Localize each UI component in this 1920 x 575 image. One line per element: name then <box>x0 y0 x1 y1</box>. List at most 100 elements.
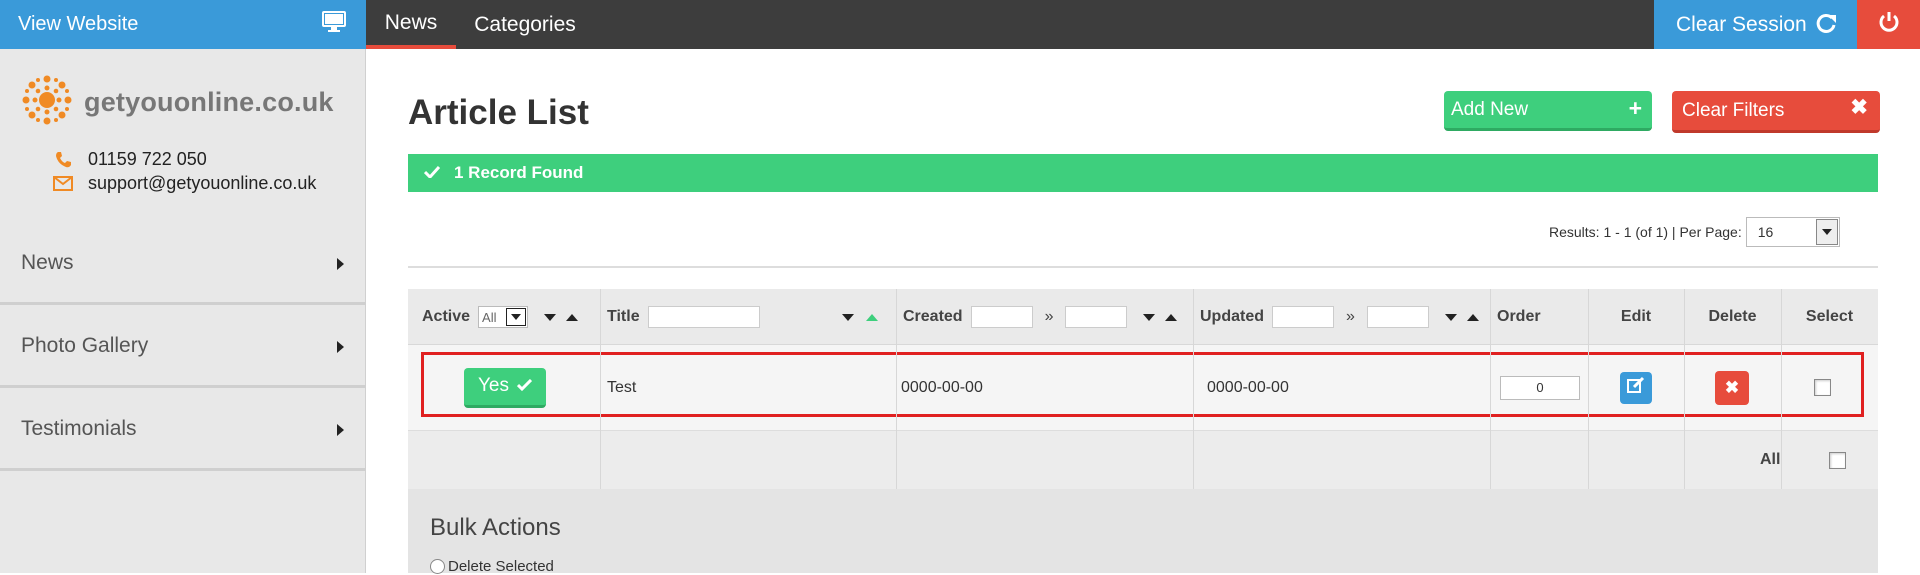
monitor-icon <box>322 11 346 39</box>
updated-from-input[interactable] <box>1272 306 1334 328</box>
page-title: Article List <box>408 93 589 132</box>
logo[interactable]: getyouonline.co.uk <box>18 71 334 134</box>
caret-right-icon <box>337 424 344 436</box>
records-found-banner: 1 Record Found <box>408 154 1878 192</box>
column-divider <box>1781 289 1782 489</box>
records-found-text: 1 Record Found <box>454 163 584 182</box>
header-created-label: Created <box>903 308 963 325</box>
sidebar-item-news[interactable]: News <box>0 223 366 305</box>
logout-button[interactable] <box>1857 0 1920 49</box>
top-bar: View Website News Categories Clear Sessi… <box>0 0 1920 49</box>
sidebar-item-testimonials[interactable]: Testimonials <box>0 389 366 471</box>
header-updated: Updated » <box>1200 289 1479 345</box>
sort-asc-icon[interactable] <box>566 313 579 321</box>
table-header: Active All Title Created » Updated » Ord… <box>408 289 1878 345</box>
column-divider <box>1684 289 1685 489</box>
article-table: Active All Title Created » Updated » Ord… <box>408 289 1878 575</box>
updated-to-input[interactable] <box>1366 306 1429 328</box>
add-new-button[interactable]: Add New + <box>1444 91 1652 131</box>
header-select: Select <box>1781 289 1878 345</box>
main-content: Article List Add New + Clear Filters ✖ 1… <box>366 49 1920 575</box>
tab-categories[interactable]: Categories <box>462 0 588 49</box>
header-updated-label: Updated <box>1200 308 1264 325</box>
created-from-input[interactable] <box>970 306 1033 328</box>
column-divider <box>1193 289 1194 489</box>
email-address[interactable]: support@getyouonline.co.uk <box>88 173 316 194</box>
header-select-label: Select <box>1805 308 1854 325</box>
delete-selected-radio[interactable] <box>430 559 445 574</box>
select-all-label: All <box>1760 451 1781 468</box>
sort-desc-icon[interactable] <box>841 313 854 321</box>
header-created: Created » <box>903 289 1178 345</box>
logo-text: getyouonline.co.uk <box>84 87 334 117</box>
delete-selected-label: Delete Selected <box>448 558 554 575</box>
sort-asc-icon[interactable] <box>865 313 878 321</box>
delete-selected-option[interactable]: Delete Selected <box>430 558 554 575</box>
divider <box>408 266 1878 268</box>
sort-desc-icon[interactable] <box>1444 313 1457 321</box>
results-summary: Results: 1 - 1 (of 1) | Per Page: 16 <box>1549 217 1840 247</box>
power-icon <box>1878 11 1900 38</box>
created-to-input[interactable] <box>1065 306 1128 328</box>
phone-icon <box>52 151 74 168</box>
sidebar-item-label: News <box>21 250 74 274</box>
range-separator: » <box>1044 308 1054 325</box>
active-filter-select[interactable]: All <box>478 306 529 328</box>
envelope-icon <box>52 176 74 191</box>
bulk-actions-title: Bulk Actions <box>430 514 561 541</box>
refresh-icon <box>1815 13 1837 41</box>
header-order-label: Order <box>1497 308 1541 325</box>
view-website-label: View Website <box>18 13 139 35</box>
per-page-value: 16 <box>1757 224 1774 240</box>
email-contact: support@getyouonline.co.uk <box>52 173 316 194</box>
tab-categories-label: Categories <box>474 12 576 36</box>
caret-right-icon <box>337 341 344 353</box>
header-edit-label: Edit <box>1620 308 1652 325</box>
close-icon: ✖ <box>1850 96 1868 119</box>
row-highlight-outline <box>421 352 1864 417</box>
header-delete: Delete <box>1684 289 1781 345</box>
header-order: Order <box>1497 289 1541 345</box>
tab-news[interactable]: News <box>366 0 456 49</box>
header-title: Title <box>607 289 878 345</box>
header-delete-label: Delete <box>1708 308 1757 325</box>
check-icon <box>423 163 441 183</box>
select-all-checkbox[interactable] <box>1829 452 1846 469</box>
header-active-label: Active <box>422 308 471 325</box>
column-divider <box>896 289 897 489</box>
phone-number: 01159 722 050 <box>88 149 207 169</box>
sort-asc-icon[interactable] <box>1165 313 1178 321</box>
plus-icon: + <box>1628 95 1642 121</box>
chevron-down-icon <box>506 308 527 326</box>
view-website-button[interactable]: View Website <box>0 0 366 49</box>
clear-filters-label: Clear Filters <box>1682 99 1785 121</box>
column-divider <box>600 289 601 489</box>
clear-filters-button[interactable]: Clear Filters ✖ <box>1672 91 1880 133</box>
caret-right-icon <box>337 258 344 270</box>
per-page-select[interactable]: 16 <box>1745 217 1840 247</box>
sort-desc-icon[interactable] <box>1143 313 1156 321</box>
sort-asc-icon[interactable] <box>1466 313 1479 321</box>
tab-news-label: News <box>384 10 438 34</box>
sidebar: getyouonline.co.uk 01159 722 050 support… <box>0 49 366 573</box>
clear-session-button[interactable]: Clear Session <box>1654 0 1857 49</box>
sidebar-item-label: Photo Gallery <box>21 333 149 357</box>
column-divider <box>1490 289 1491 489</box>
clear-session-label: Clear Session <box>1676 12 1807 36</box>
sun-logo-icon <box>18 71 76 134</box>
phone-contact: 01159 722 050 <box>52 149 207 170</box>
bulk-actions-panel: Bulk Actions Delete Selected <box>408 489 1878 575</box>
active-filter-value: All <box>482 309 497 325</box>
chevron-down-icon <box>1815 219 1838 245</box>
results-text: Results: 1 - 1 (of 1) | Per Page: <box>1549 224 1742 240</box>
sort-desc-icon[interactable] <box>544 313 557 321</box>
sidebar-item-label: Testimonials <box>21 416 137 440</box>
add-new-label: Add New <box>1451 98 1529 120</box>
range-separator: » <box>1346 308 1355 325</box>
header-edit: Edit <box>1588 289 1684 345</box>
column-divider <box>1588 289 1589 489</box>
title-filter-input[interactable] <box>647 306 760 328</box>
sidebar-item-photo-gallery[interactable]: Photo Gallery <box>0 306 366 388</box>
header-active: Active All <box>422 289 579 345</box>
table-footer-row: All <box>408 430 1878 489</box>
